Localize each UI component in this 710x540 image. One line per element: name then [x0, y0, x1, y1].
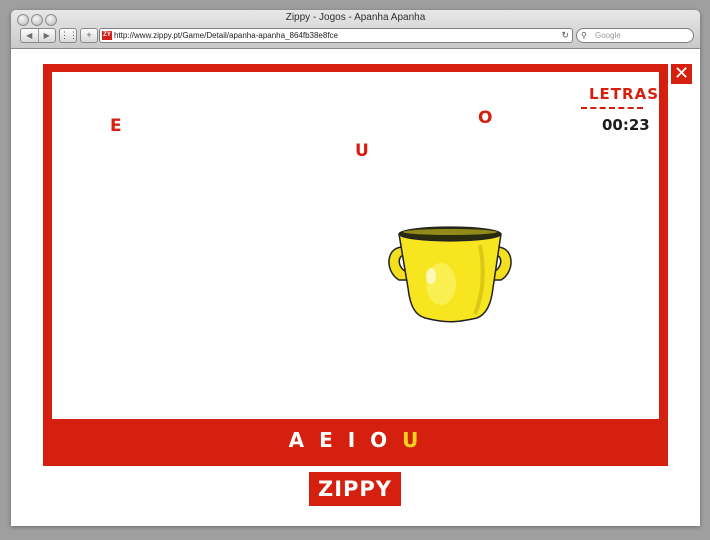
zippy-logo[interactable]: ZIPPY: [309, 472, 401, 506]
falling-letter: E: [110, 116, 122, 136]
falling-letter: U: [355, 141, 369, 161]
close-game-button[interactable]: ✕: [671, 64, 692, 84]
browser-window: Zippy - Jogos - Apanha Apanha ◀ ▶ ⋮⋮⋮ + …: [11, 10, 700, 526]
game-timer: 00:23: [602, 116, 650, 134]
game-frame: [43, 64, 668, 466]
url-text[interactable]: http://www.zippy.pt/Game/Detail/apanha-a…: [114, 29, 338, 42]
collected-letter-o: O: [370, 428, 392, 452]
score-title: LETRAS: [589, 85, 659, 103]
collected-letters: A E I O U: [43, 428, 668, 452]
collected-letter-u: U: [402, 428, 423, 452]
reload-icon[interactable]: ↻: [561, 29, 569, 42]
nav-buttons: ◀ ▶: [20, 28, 56, 43]
back-button[interactable]: ◀: [21, 29, 39, 42]
zippy-favicon-icon: ZY: [102, 31, 112, 40]
collected-letter-a: A: [288, 428, 309, 452]
falling-letter: O: [478, 108, 493, 128]
window-title: Zippy - Jogos - Apanha Apanha: [285, 12, 426, 23]
collected-letter-e: E: [319, 428, 337, 452]
address-bar[interactable]: ZY http://www.zippy.pt/Game/Detail/apanh…: [99, 28, 573, 43]
browser-titlebar: Zippy - Jogos - Apanha Apanha ◀ ▶ ⋮⋮⋮ + …: [11, 10, 700, 49]
score-divider: [581, 107, 643, 109]
search-input[interactable]: ⚲ Google: [576, 28, 694, 43]
add-bookmark-button[interactable]: +: [80, 28, 98, 43]
catching-pot[interactable]: [385, 210, 515, 325]
collected-letter-i: I: [347, 428, 360, 452]
search-placeholder: Google: [595, 31, 621, 40]
search-icon: ⚲: [581, 31, 587, 40]
bookmarks-grid-button[interactable]: ⋮⋮⋮: [59, 28, 87, 43]
forward-button[interactable]: ▶: [39, 29, 56, 42]
game-board[interactable]: [52, 72, 659, 419]
